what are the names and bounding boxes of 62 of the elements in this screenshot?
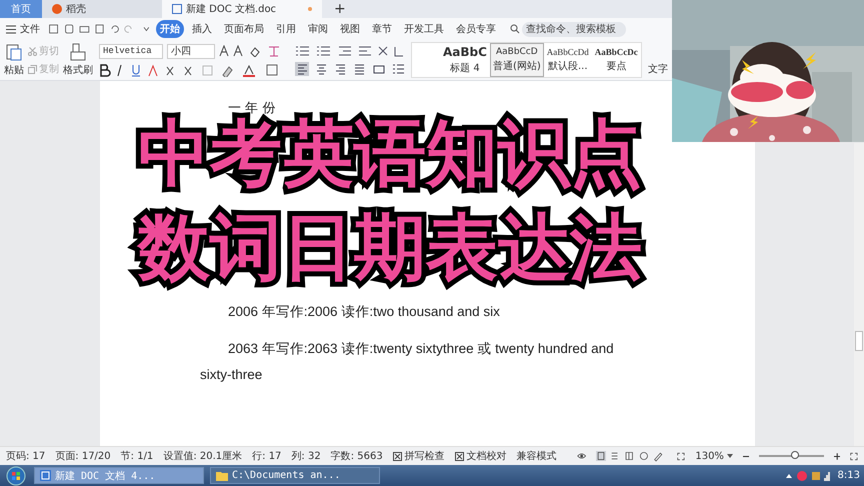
fit-page-icon[interactable] [677, 450, 686, 462]
paste-button[interactable]: 粘贴 [4, 43, 24, 77]
alignment-icons[interactable] [295, 62, 405, 76]
status-text: 页面: 17/20 [55, 450, 111, 463]
font-name-field[interactable]: Helvetica [99, 44, 163, 58]
zoom-level[interactable]: 130% [695, 450, 733, 462]
status-button[interactable]: 文档校对 [454, 449, 507, 463]
scrollbar[interactable] [854, 143, 864, 446]
ribbon-tab[interactable]: 开始 [156, 20, 184, 38]
status-text: 页码: 17 [6, 450, 46, 463]
list-indent-icons[interactable] [295, 44, 405, 56]
style-preset[interactable]: AaBbC 标题 4 [440, 43, 490, 77]
status-text: 行: 17 [252, 450, 282, 463]
paragraph: 2006 年写作:2006 读作:two thousand and six [227, 303, 501, 321]
zoom-in-icon[interactable] [834, 452, 840, 460]
taskbar-item[interactable]: C:\Documents an... [210, 467, 380, 484]
ribbon-tab[interactable]: 页面布局 [220, 20, 268, 38]
ribbon-tab[interactable]: 会员专享 [452, 20, 500, 38]
compat-mode-button[interactable]: 兼容模式 [516, 449, 557, 463]
tray-icons[interactable] [784, 470, 832, 482]
menu-icon[interactable] [6, 24, 16, 34]
scissors-icon [28, 46, 37, 56]
style-preset[interactable]: AaBbCcDc 要点 [592, 43, 641, 77]
status-text: 字数: 5663 [330, 450, 383, 463]
window-tab[interactable]: 稻壳 [42, 0, 162, 18]
format-painter-button[interactable]: 格式刷 [63, 43, 93, 77]
brush-icon [70, 43, 86, 61]
ribbon-tab[interactable]: 视图 [336, 20, 364, 38]
ribbon-tab[interactable]: 插入 [188, 20, 216, 38]
window-tab[interactable]: 新建 DOC 文档.doc [162, 0, 322, 18]
folder-icon [216, 470, 228, 480]
font-size-field[interactable]: 小四 [167, 44, 215, 58]
ribbon-tab[interactable]: 开发工具 [400, 20, 448, 38]
check-box-icon [392, 452, 402, 460]
file-menu[interactable]: 文件 [20, 22, 40, 36]
quick-access-icons[interactable] [48, 23, 152, 35]
search-icon [510, 24, 520, 34]
search-field[interactable]: 查找命令、搜索模板 [522, 22, 626, 36]
ribbon-tab[interactable]: 审阅 [304, 20, 332, 38]
new-tab-button[interactable]: + [322, 0, 358, 18]
clock: 8:13 [838, 470, 860, 481]
status-button[interactable]: 拼写检查 [392, 449, 445, 463]
paragraph: 2063 年写作:2063 读作:twenty sixtythree 或 twenty hundred and sixty-three [200, 340, 615, 384]
document-icon [40, 470, 51, 481]
clipboard-icon [6, 43, 22, 61]
zoom-slider-thumb[interactable] [790, 451, 799, 459]
check-box-icon [454, 452, 464, 460]
copy-icon [28, 64, 37, 74]
eye-icon[interactable] [576, 451, 586, 461]
document-icon [172, 4, 182, 14]
status-text: 节: 1/1 [120, 450, 154, 463]
style-preset[interactable]: AaBbCcD 普通(网站) [490, 43, 544, 77]
ribbon-tab[interactable]: 引用 [272, 20, 300, 38]
ribbon-tab[interactable]: 章节 [368, 20, 396, 38]
style-preset[interactable]: AaBbCcDd 默认段... [544, 43, 592, 77]
text-layout-button[interactable]: 文字 [648, 62, 668, 76]
status-text: 设置值: 20.1厘米 [163, 450, 242, 463]
fullscreen-icon[interactable] [850, 450, 858, 462]
start-button[interactable] [4, 466, 28, 486]
caret-icon [726, 454, 733, 458]
unsaved-dot [308, 7, 312, 11]
status-text: 列: 32 [291, 450, 321, 463]
